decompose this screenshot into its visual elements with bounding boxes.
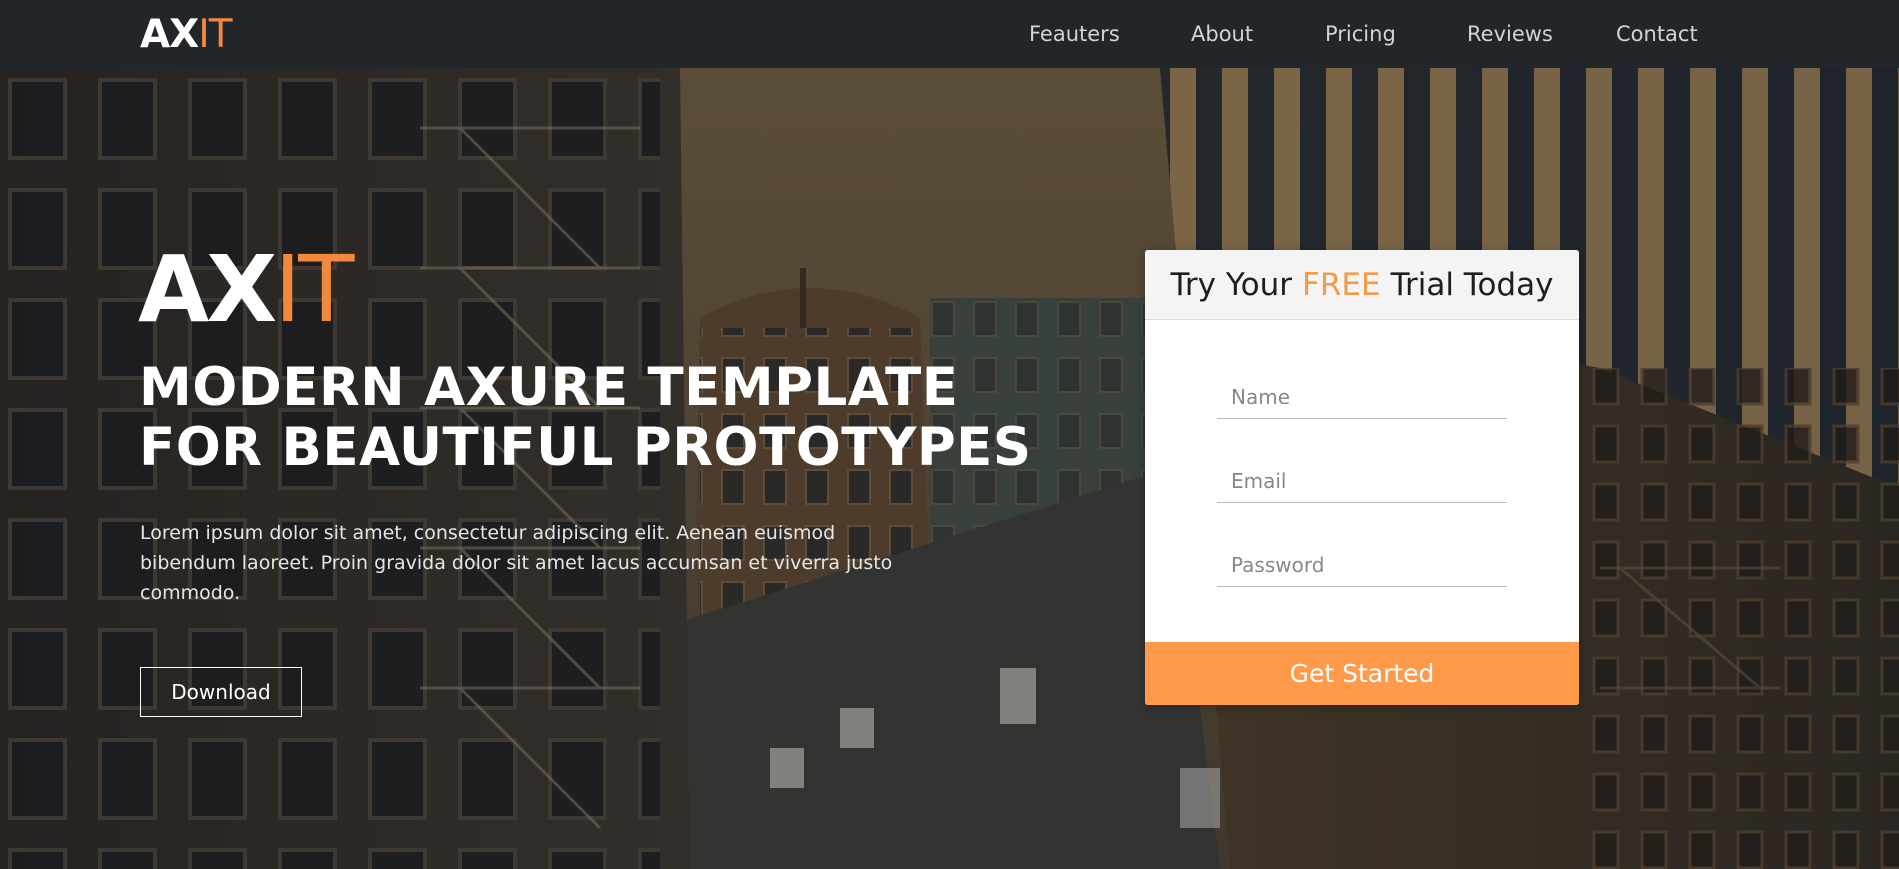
nav-logo[interactable]: AXIT	[140, 12, 233, 57]
nav-link-features[interactable]: Feauters	[1029, 22, 1120, 46]
hero-description: Lorem ipsum dolor sit amet, consectetur …	[140, 522, 893, 604]
hero-title: MODERN AXURE TEMPLATE FOR BEAUTIFUL PROT…	[139, 357, 1032, 478]
nav-logo-accent: IT	[198, 12, 232, 57]
trial-card-heading: Try Your FREE Trial Today	[1145, 250, 1579, 320]
nav-link-about[interactable]: About	[1191, 22, 1253, 46]
password-field[interactable]	[1217, 543, 1507, 587]
hero-title-line1: MODERN AXURE TEMPLATE	[139, 357, 959, 418]
email-field[interactable]	[1217, 459, 1507, 503]
trial-heading-prefix: Try Your	[1170, 266, 1293, 303]
trial-heading-free: FREE	[1302, 266, 1381, 303]
hero-logo: AXIT	[138, 240, 354, 340]
download-button[interactable]: Download	[140, 667, 302, 717]
name-field[interactable]	[1217, 375, 1507, 419]
nav-link-contact[interactable]: Contact	[1616, 22, 1698, 46]
hero-logo-main: AX	[138, 236, 277, 343]
nav-link-pricing[interactable]: Pricing	[1325, 22, 1396, 46]
hero-title-line2: FOR BEAUTIFUL PROTOTYPES	[139, 417, 1032, 478]
nav-link-reviews[interactable]: Reviews	[1467, 22, 1553, 46]
nav-logo-main: AX	[140, 12, 199, 57]
trial-heading-suffix: Trial Today	[1390, 266, 1554, 303]
get-started-button[interactable]: Get Started	[1145, 642, 1579, 705]
top-navbar: AXIT Feauters About Pricing Reviews Cont…	[0, 0, 1899, 68]
hero-logo-accent: IT	[274, 236, 354, 343]
free-trial-card: Try Your FREE Trial Today Get Started	[1145, 250, 1579, 705]
